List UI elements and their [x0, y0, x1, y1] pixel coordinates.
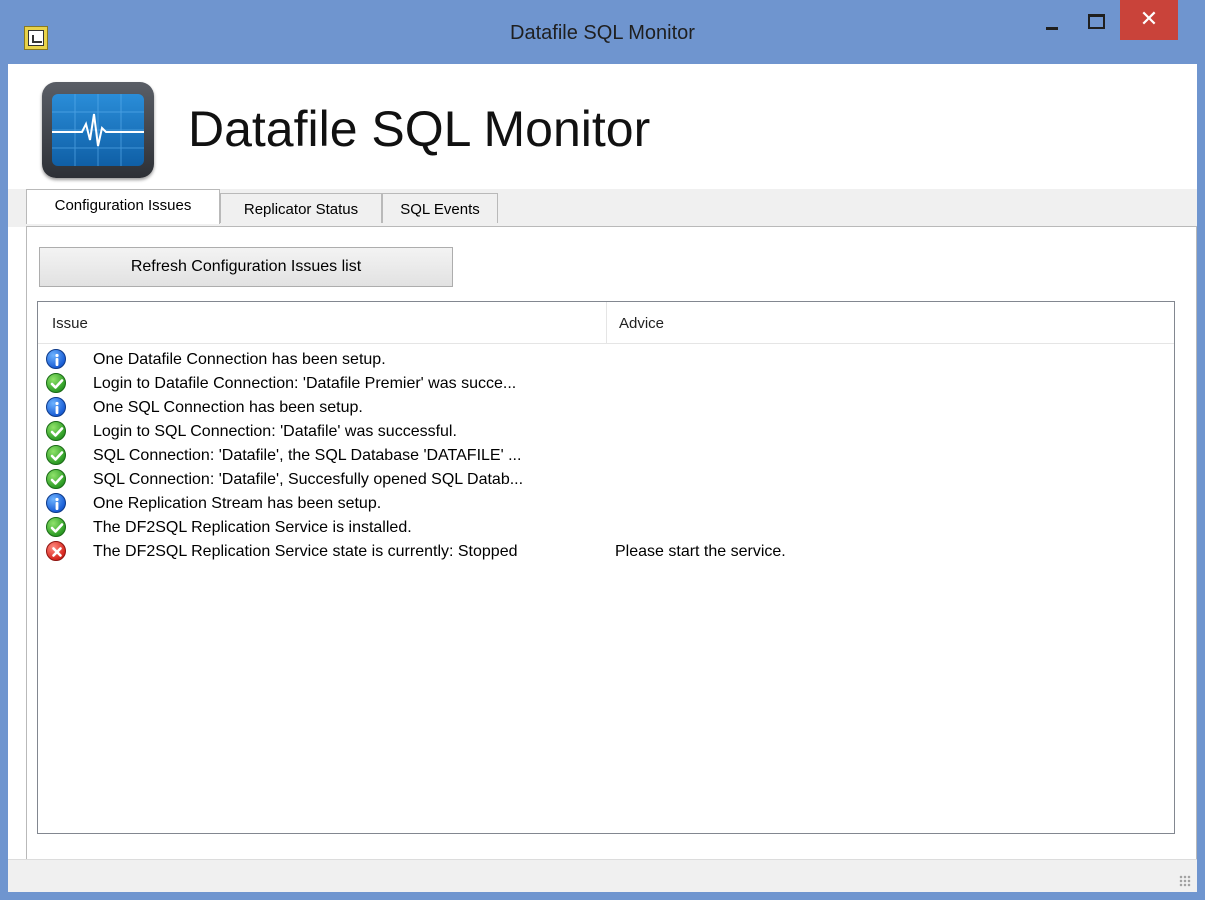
- error-icon: [46, 541, 66, 561]
- close-icon: ✕: [1139, 7, 1159, 32]
- monitor-logo-icon: [42, 82, 154, 178]
- issue-text: The DF2SQL Replication Service is instal…: [93, 519, 412, 536]
- minimize-button[interactable]: [1035, 0, 1075, 40]
- tab-configuration-issues[interactable]: Configuration Issues: [26, 189, 220, 224]
- check-icon: [46, 469, 66, 489]
- tab-sql-events[interactable]: SQL Events: [382, 193, 498, 223]
- page-title: Datafile SQL Monitor: [188, 101, 651, 157]
- list-rows: One Datafile Connection has been setup. …: [38, 347, 1174, 563]
- list-item[interactable]: Login to Datafile Connection: 'Datafile …: [38, 371, 1174, 395]
- check-icon: [46, 517, 66, 537]
- column-header-advice[interactable]: Advice: [619, 315, 664, 332]
- column-divider[interactable]: [606, 302, 607, 344]
- refresh-configuration-issues-button[interactable]: Refresh Configuration Issues list: [39, 247, 453, 287]
- list-item[interactable]: One SQL Connection has been setup.: [38, 395, 1174, 419]
- issue-text: Login to Datafile Connection: 'Datafile …: [93, 375, 517, 392]
- status-bar: [8, 859, 1197, 892]
- info-icon: [46, 493, 66, 513]
- column-header-issue[interactable]: Issue: [52, 315, 88, 332]
- maximize-button[interactable]: [1078, 0, 1118, 40]
- configuration-issues-panel: Refresh Configuration Issues list Issue …: [26, 226, 1197, 860]
- list-item[interactable]: Login to SQL Connection: 'Datafile' was …: [38, 419, 1174, 443]
- info-icon: [46, 349, 66, 369]
- resize-grip-icon[interactable]: [1179, 875, 1191, 887]
- info-icon: [46, 397, 66, 417]
- issue-text: Login to SQL Connection: 'Datafile' was …: [93, 423, 457, 440]
- list-item[interactable]: SQL Connection: 'Datafile', the SQL Data…: [38, 443, 1174, 467]
- issue-text: One Datafile Connection has been setup.: [93, 351, 386, 368]
- app-window: Datafile SQL Monitor ✕ Datafile SQL Moni…: [0, 0, 1205, 900]
- issue-text: SQL Connection: 'Datafile', the SQL Data…: [93, 447, 522, 464]
- issue-text: One SQL Connection has been setup.: [93, 399, 363, 416]
- issue-text: SQL Connection: 'Datafile', Succesfully …: [93, 471, 524, 488]
- list-item[interactable]: One Replication Stream has been setup.: [38, 491, 1174, 515]
- issue-text: One Replication Stream has been setup.: [93, 495, 382, 512]
- list-item[interactable]: SQL Connection: 'Datafile', Succesfully …: [38, 467, 1174, 491]
- tab-strip: Configuration Issues Replicator Status S…: [8, 189, 1197, 227]
- header: Datafile SQL Monitor: [8, 64, 1197, 189]
- client-area: Datafile SQL Monitor Configuration Issue…: [8, 64, 1197, 892]
- close-button[interactable]: ✕: [1120, 0, 1178, 40]
- list-header: Issue Advice: [38, 302, 1174, 344]
- issues-list[interactable]: Issue Advice One Datafile Connection has…: [37, 301, 1175, 834]
- list-item[interactable]: One Datafile Connection has been setup.: [38, 347, 1174, 371]
- advice-text: Please start the service.: [615, 543, 786, 560]
- tab-replicator-status[interactable]: Replicator Status: [220, 193, 382, 223]
- check-icon: [46, 421, 66, 441]
- check-icon: [46, 445, 66, 465]
- list-item[interactable]: The DF2SQL Replication Service is instal…: [38, 515, 1174, 539]
- window-title: Datafile SQL Monitor: [510, 22, 695, 44]
- list-item[interactable]: The DF2SQL Replication Service state is …: [38, 539, 1174, 563]
- issue-text: The DF2SQL Replication Service state is …: [93, 543, 518, 560]
- check-icon: [46, 373, 66, 393]
